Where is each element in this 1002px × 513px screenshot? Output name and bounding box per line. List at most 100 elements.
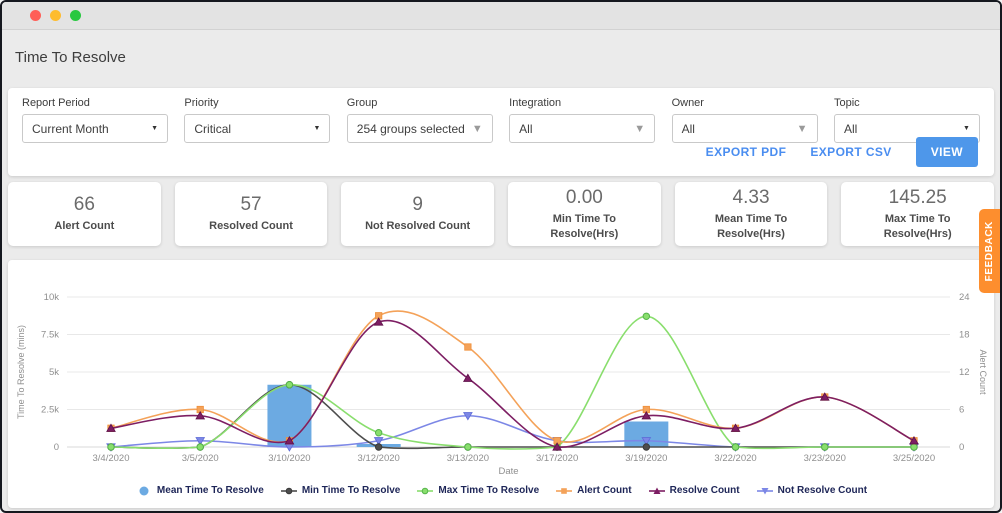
export-pdf-button[interactable]: EXPORT PDF: [706, 145, 787, 159]
x-tick-label: 3/12/2020: [358, 453, 400, 464]
app-window: Time To Resolve Report Period Current Mo…: [0, 0, 1002, 513]
filter-group: Report Period Current Month ▼: [22, 97, 168, 143]
data-point-marker: [821, 443, 829, 451]
stat-label: Alert Count: [54, 220, 115, 233]
stat-value: 145.25: [888, 187, 947, 209]
stat-value: 9: [412, 194, 423, 216]
right-axis-tick: 6: [959, 405, 964, 416]
legend-item[interactable]: Min Time To Resolve: [280, 485, 401, 496]
chart-card: 0 2.5k 5k 7.5k 10k 0 6 12 18 24 Time To Resolve (m…: [8, 260, 994, 508]
filter-group: Integration All ▼: [509, 97, 656, 143]
stat-card: 0.00 Min Time To Resolve(Hrs): [508, 182, 661, 246]
view-button[interactable]: VIEW: [915, 137, 978, 167]
stat-card: 66 Alert Count: [8, 182, 161, 246]
legend-label: Max Time To Resolve: [438, 485, 540, 496]
dropdown-arrow-icon: ▼: [963, 125, 970, 132]
filter-label: Report Period: [22, 97, 90, 109]
series-line: [110, 315, 915, 450]
left-axis-tick: 7.5k: [41, 330, 59, 341]
data-point-marker: [464, 443, 472, 451]
stat-value: 0.00: [565, 187, 603, 209]
filter-label: Group: [346, 97, 378, 109]
close-button[interactable]: [30, 10, 41, 21]
legend-marker-icon: [139, 486, 149, 495]
filter-group: Priority Critical ▼: [184, 97, 331, 143]
filter-selected-value: Current Month: [32, 121, 109, 136]
chart-svg: 0 2.5k 5k 7.5k 10k 0 6 12 18 24 Time To Resolve (m…: [16, 292, 988, 477]
minimize-button[interactable]: [50, 10, 61, 21]
data-point-marker: [464, 343, 472, 351]
feedback-tab-label: FEEDBACK: [984, 220, 995, 282]
filter-select[interactable]: All ▼: [509, 114, 656, 143]
stat-label: Min Time To Resolve(Hrs): [550, 213, 619, 240]
dropdown-arrow-icon: ▼: [634, 122, 646, 135]
stat-value: 66: [73, 194, 95, 216]
stat-card: 4.33 Mean Time To Resolve(Hrs): [674, 182, 828, 246]
right-axis-tick: 24: [959, 292, 970, 303]
x-tick-label: 3/17/2020: [536, 453, 578, 464]
filter-selected-value: All: [519, 121, 533, 136]
right-axis-tick: 12: [959, 367, 970, 378]
data-point-marker: [107, 443, 115, 451]
legend-item[interactable]: Alert Count: [555, 485, 632, 496]
data-point-marker: [731, 443, 740, 451]
chart-legend: Mean Time To Resolve Min Time To Resolve M…: [8, 485, 994, 496]
right-axis-tick: 18: [959, 330, 970, 341]
x-tick-label: 3/5/2020: [182, 453, 219, 464]
filter-select[interactable]: Current Month ▼: [22, 114, 168, 143]
filter-selected-value: Critical: [194, 121, 232, 136]
legend-label: Min Time To Resolve: [301, 485, 401, 496]
left-axis-title: Time To Resolve (mins): [16, 325, 26, 419]
actions-row: EXPORT PDF EXPORT CSV VIEW: [706, 137, 978, 167]
stat-label: Not Resolved Count: [365, 220, 471, 233]
left-axis-tick: 0: [54, 442, 59, 453]
titlebar: [2, 2, 1000, 30]
legend-label: Not Resolve Count: [777, 485, 868, 496]
legend-label: Mean Time To Resolve: [156, 485, 264, 496]
filter-select[interactable]: 254 groups selected ▼: [346, 114, 493, 143]
stat-label: Resolved Count: [209, 220, 293, 233]
stat-card: 57 Resolved Count: [174, 182, 328, 246]
dropdown-arrow-icon: ▼: [471, 122, 483, 135]
dropdown-arrow-icon: ▼: [151, 125, 158, 132]
x-tick-label: 3/19/2020: [625, 453, 667, 464]
left-axis-tick: 5k: [49, 367, 59, 378]
maximize-button[interactable]: [70, 10, 81, 21]
feedback-tab[interactable]: FEEDBACK: [979, 209, 1000, 293]
legend-marker-icon: [417, 487, 434, 494]
data-point-marker: [374, 443, 383, 451]
stat-value: 57: [240, 194, 262, 216]
filter-label: Priority: [184, 97, 219, 109]
legend-label: Resolve Count: [669, 485, 740, 496]
x-axis-title: Date: [498, 466, 518, 477]
legend-item[interactable]: Not Resolve Count: [756, 485, 867, 496]
legend-item[interactable]: Max Time To Resolve: [416, 485, 539, 496]
legend-label: Alert Count: [577, 485, 632, 496]
series-line: [110, 414, 915, 449]
filter-panel: Report Period Current Month ▼ Priority C…: [8, 88, 994, 176]
filter-group: Group 254 groups selected ▼: [346, 97, 493, 143]
filter-selected-value: All: [681, 121, 695, 136]
x-tick-label: 3/22/2020: [714, 453, 756, 464]
series-line: [110, 310, 915, 443]
data-point-marker: [196, 443, 204, 451]
export-csv-button[interactable]: EXPORT CSV: [810, 145, 891, 159]
filter-label: Integration: [509, 97, 562, 109]
x-tick-label: 3/4/2020: [93, 453, 130, 464]
legend-item[interactable]: Resolve Count: [648, 485, 740, 496]
left-axis-tick: 2.5k: [41, 405, 59, 416]
stat-card: 9 Not Resolved Count: [341, 182, 495, 246]
legend-marker-icon: [556, 487, 573, 494]
dropdown-arrow-icon: ▼: [796, 122, 808, 135]
stat-card: 145.25 Max Time To Resolve(Hrs): [841, 182, 995, 246]
filter-select[interactable]: Critical ▼: [184, 114, 331, 143]
stat-value: 4.33: [732, 187, 770, 209]
data-point-marker: [374, 429, 383, 437]
filter-selected-value: All: [843, 121, 858, 136]
legend-item[interactable]: Mean Time To Resolve: [135, 485, 264, 496]
x-tick-label: 3/25/2020: [893, 453, 935, 464]
series-line: [110, 319, 915, 448]
right-axis-tick: 0: [959, 442, 964, 453]
x-tick-label: 3/23/2020: [804, 453, 846, 464]
filter-selected-value: 254 groups selected: [356, 121, 465, 136]
